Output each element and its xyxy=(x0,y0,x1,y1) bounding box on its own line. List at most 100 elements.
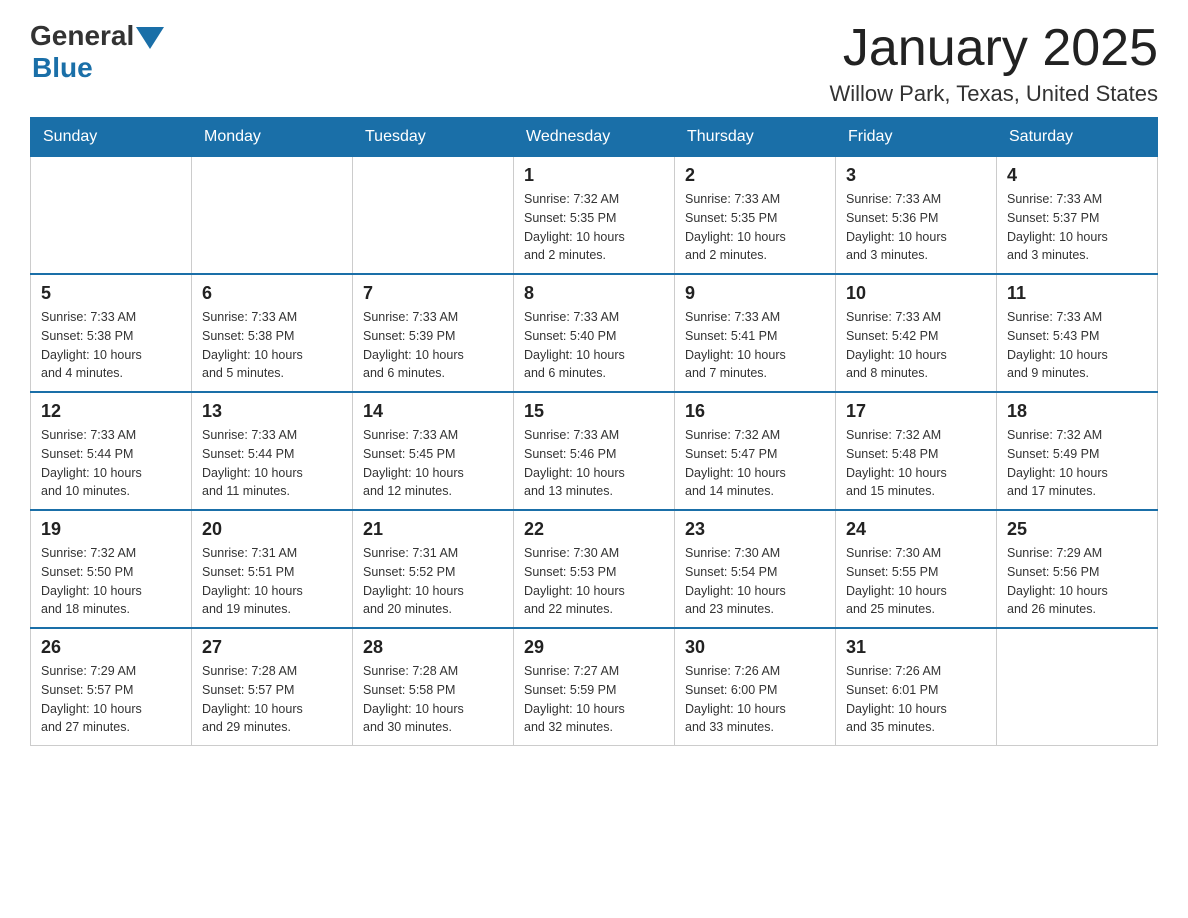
calendar-day-cell: 25Sunrise: 7:29 AMSunset: 5:56 PMDayligh… xyxy=(997,510,1158,628)
calendar-day-cell: 9Sunrise: 7:33 AMSunset: 5:41 PMDaylight… xyxy=(675,274,836,392)
day-number: 22 xyxy=(524,519,664,540)
day-info: Sunrise: 7:33 AMSunset: 5:46 PMDaylight:… xyxy=(524,426,664,501)
calendar-day-cell: 18 Sunrise: 7:32 AMSunset: 5:49 PMDayligh… xyxy=(997,392,1158,510)
logo-triangle-icon xyxy=(136,27,164,49)
title-section: January 2025 Willow Park, Texas, United … xyxy=(830,20,1159,107)
day-number: 20 xyxy=(202,519,342,540)
day-number: 31 xyxy=(846,637,986,658)
day-info: Sunrise: 7:31 AMSunset: 5:51 PMDaylight:… xyxy=(202,544,342,619)
calendar-day-cell xyxy=(997,628,1158,746)
day-info: Sunrise: 7:28 AMSunset: 5:57 PMDaylight:… xyxy=(202,662,342,737)
day-number: 10 xyxy=(846,283,986,304)
calendar-day-cell: 3 Sunrise: 7:33 AMSunset: 5:36 PMDaylight… xyxy=(836,157,997,275)
day-number: 3 xyxy=(846,165,986,186)
day-number: 11 xyxy=(1007,283,1147,304)
day-info: Sunrise: 7:33 AMSunset: 5:41 PMDaylight:… xyxy=(685,308,825,383)
calendar-day-cell xyxy=(192,157,353,275)
calendar-day-cell: 24 Sunrise: 7:30 AMSunset: 5:55 PMDayligh… xyxy=(836,510,997,628)
calendar-day-header: Sunday xyxy=(31,118,192,157)
calendar-week-row: 26Sunrise: 7:29 AMSunset: 5:57 PMDayligh… xyxy=(31,628,1158,746)
day-info: Sunrise: 7:32 AMSunset: 5:48 PMDaylight:… xyxy=(846,426,986,501)
calendar-day-header: Saturday xyxy=(997,118,1158,157)
day-number: 16 xyxy=(685,401,825,422)
calendar-table: SundayMondayTuesdayWednesdayThursdayFrid… xyxy=(30,117,1158,746)
day-info: Sunrise: 7:29 AMSunset: 5:57 PMDaylight:… xyxy=(41,662,181,737)
calendar-day-header: Wednesday xyxy=(514,118,675,157)
day-info: Sunrise: 7:32 AMSunset: 5:35 PMDaylight:… xyxy=(524,190,664,265)
day-number: 7 xyxy=(363,283,503,304)
calendar-day-cell xyxy=(31,157,192,275)
day-number: 4 xyxy=(1007,165,1147,186)
calendar-day-cell: 15 Sunrise: 7:33 AMSunset: 5:46 PMDayligh… xyxy=(514,392,675,510)
calendar-day-cell: 5Sunrise: 7:33 AMSunset: 5:38 PMDaylight… xyxy=(31,274,192,392)
day-info: Sunrise: 7:33 AMSunset: 5:43 PMDaylight:… xyxy=(1007,308,1147,383)
day-number: 21 xyxy=(363,519,503,540)
calendar-day-cell: 13Sunrise: 7:33 AMSunset: 5:44 PMDayligh… xyxy=(192,392,353,510)
calendar-day-cell: 28Sunrise: 7:28 AMSunset: 5:58 PMDayligh… xyxy=(353,628,514,746)
day-number: 24 xyxy=(846,519,986,540)
day-number: 5 xyxy=(41,283,181,304)
calendar-day-cell: 11 Sunrise: 7:33 AMSunset: 5:43 PMDayligh… xyxy=(997,274,1158,392)
day-info: Sunrise: 7:31 AMSunset: 5:52 PMDaylight:… xyxy=(363,544,503,619)
day-info: Sunrise: 7:33 AMSunset: 5:40 PMDaylight:… xyxy=(524,308,664,383)
day-info: Sunrise: 7:33 AMSunset: 5:45 PMDaylight:… xyxy=(363,426,503,501)
calendar-day-cell: 7Sunrise: 7:33 AMSunset: 5:39 PMDaylight… xyxy=(353,274,514,392)
day-info: Sunrise: 7:33 AMSunset: 5:42 PMDaylight:… xyxy=(846,308,986,383)
calendar-day-cell: 20 Sunrise: 7:31 AMSunset: 5:51 PMDayligh… xyxy=(192,510,353,628)
day-number: 25 xyxy=(1007,519,1147,540)
day-number: 13 xyxy=(202,401,342,422)
calendar-day-header: Friday xyxy=(836,118,997,157)
day-info: Sunrise: 7:26 AMSunset: 6:00 PMDaylight:… xyxy=(685,662,825,737)
calendar-day-cell: 31 Sunrise: 7:26 AMSunset: 6:01 PMDayligh… xyxy=(836,628,997,746)
calendar-day-cell: 2 Sunrise: 7:33 AMSunset: 5:35 PMDaylight… xyxy=(675,157,836,275)
page-subtitle: Willow Park, Texas, United States xyxy=(830,81,1159,107)
day-info: Sunrise: 7:27 AMSunset: 5:59 PMDaylight:… xyxy=(524,662,664,737)
calendar-day-cell: 27Sunrise: 7:28 AMSunset: 5:57 PMDayligh… xyxy=(192,628,353,746)
calendar-day-header: Thursday xyxy=(675,118,836,157)
day-info: Sunrise: 7:28 AMSunset: 5:58 PMDaylight:… xyxy=(363,662,503,737)
day-number: 23 xyxy=(685,519,825,540)
day-info: Sunrise: 7:33 AMSunset: 5:44 PMDaylight:… xyxy=(41,426,181,501)
day-info: Sunrise: 7:32 AMSunset: 5:50 PMDaylight:… xyxy=(41,544,181,619)
day-info: Sunrise: 7:26 AMSunset: 6:01 PMDaylight:… xyxy=(846,662,986,737)
calendar-day-cell: 21 Sunrise: 7:31 AMSunset: 5:52 PMDayligh… xyxy=(353,510,514,628)
calendar-day-cell: 30Sunrise: 7:26 AMSunset: 6:00 PMDayligh… xyxy=(675,628,836,746)
calendar-day-cell: 14 Sunrise: 7:33 AMSunset: 5:45 PMDayligh… xyxy=(353,392,514,510)
calendar-day-cell: 19 Sunrise: 7:32 AMSunset: 5:50 PMDayligh… xyxy=(31,510,192,628)
calendar-week-row: 1Sunrise: 7:32 AMSunset: 5:35 PMDaylight… xyxy=(31,157,1158,275)
day-number: 18 xyxy=(1007,401,1147,422)
day-info: Sunrise: 7:32 AMSunset: 5:49 PMDaylight:… xyxy=(1007,426,1147,501)
calendar-day-cell xyxy=(353,157,514,275)
day-number: 14 xyxy=(363,401,503,422)
calendar-day-cell: 12Sunrise: 7:33 AMSunset: 5:44 PMDayligh… xyxy=(31,392,192,510)
day-info: Sunrise: 7:32 AMSunset: 5:47 PMDaylight:… xyxy=(685,426,825,501)
day-number: 8 xyxy=(524,283,664,304)
calendar-day-cell: 8 Sunrise: 7:33 AMSunset: 5:40 PMDaylight… xyxy=(514,274,675,392)
page-title: January 2025 xyxy=(830,20,1159,77)
calendar-week-row: 12Sunrise: 7:33 AMSunset: 5:44 PMDayligh… xyxy=(31,392,1158,510)
day-info: Sunrise: 7:30 AMSunset: 5:55 PMDaylight:… xyxy=(846,544,986,619)
day-info: Sunrise: 7:33 AMSunset: 5:38 PMDaylight:… xyxy=(202,308,342,383)
calendar-day-cell: 10 Sunrise: 7:33 AMSunset: 5:42 PMDayligh… xyxy=(836,274,997,392)
calendar-header-row: SundayMondayTuesdayWednesdayThursdayFrid… xyxy=(31,118,1158,157)
logo-general-text: General xyxy=(30,20,134,52)
calendar-day-cell: 6Sunrise: 7:33 AMSunset: 5:38 PMDaylight… xyxy=(192,274,353,392)
calendar-day-cell: 29 Sunrise: 7:27 AMSunset: 5:59 PMDayligh… xyxy=(514,628,675,746)
day-number: 2 xyxy=(685,165,825,186)
calendar-day-cell: 22Sunrise: 7:30 AMSunset: 5:53 PMDayligh… xyxy=(514,510,675,628)
day-info: Sunrise: 7:33 AMSunset: 5:35 PMDaylight:… xyxy=(685,190,825,265)
calendar-day-header: Monday xyxy=(192,118,353,157)
day-number: 15 xyxy=(524,401,664,422)
day-info: Sunrise: 7:33 AMSunset: 5:37 PMDaylight:… xyxy=(1007,190,1147,265)
day-number: 19 xyxy=(41,519,181,540)
day-info: Sunrise: 7:33 AMSunset: 5:36 PMDaylight:… xyxy=(846,190,986,265)
calendar-day-cell: 23 Sunrise: 7:30 AMSunset: 5:54 PMDayligh… xyxy=(675,510,836,628)
page-header: General Blue January 2025 Willow Park, T… xyxy=(30,20,1158,107)
calendar-day-header: Tuesday xyxy=(353,118,514,157)
calendar-day-cell: 17 Sunrise: 7:32 AMSunset: 5:48 PMDayligh… xyxy=(836,392,997,510)
calendar-day-cell: 1Sunrise: 7:32 AMSunset: 5:35 PMDaylight… xyxy=(514,157,675,275)
day-number: 29 xyxy=(524,637,664,658)
day-info: Sunrise: 7:30 AMSunset: 5:54 PMDaylight:… xyxy=(685,544,825,619)
calendar-day-cell: 4 Sunrise: 7:33 AMSunset: 5:37 PMDaylight… xyxy=(997,157,1158,275)
day-number: 17 xyxy=(846,401,986,422)
